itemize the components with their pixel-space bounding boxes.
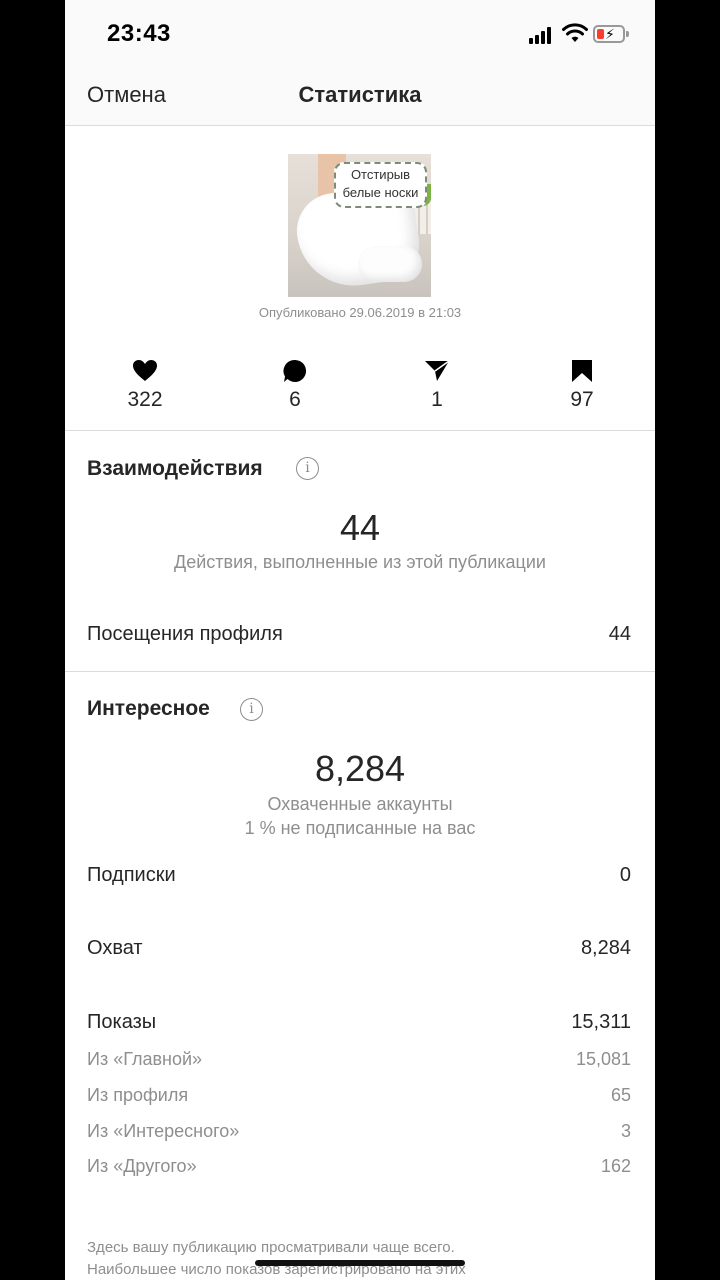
nav-bar: Отмена Статистика	[65, 70, 655, 126]
post-thumbnail[interactable]: Отстирыв белые носки	[288, 154, 431, 297]
home-indicator[interactable]	[255, 1260, 465, 1266]
metrics-row: 322 6 1 97	[65, 356, 655, 418]
row-label: Посещения профиля	[87, 623, 283, 645]
row-value: 15,081	[575, 1049, 631, 1069]
bookmark-icon	[572, 360, 592, 382]
impressions-from-other-row: Из «Другого» 162	[87, 1156, 631, 1177]
comments-metric[interactable]: 6	[245, 356, 345, 412]
row-label: Показы	[87, 1011, 157, 1033]
impressions-from-profile-row: Из профиля 65	[87, 1085, 631, 1106]
impressions-from-explore-row: Из «Интересного» 3	[87, 1121, 631, 1142]
row-value: 3	[620, 1121, 631, 1141]
row-value: 65	[610, 1085, 631, 1105]
follows-row: Подписки 0	[87, 864, 631, 887]
row-value: 0	[619, 864, 631, 886]
shares-count: 1	[431, 388, 443, 411]
page-title: Статистика	[298, 82, 422, 107]
phone-screen: 23:43 ⚡ Отмена Статистика Отстирыв белые…	[65, 0, 655, 1280]
status-bar: 23:43 ⚡	[65, 0, 655, 70]
discovery-info-icon[interactable]: i	[240, 698, 263, 721]
likes-count: 322	[127, 388, 163, 411]
shares-metric[interactable]: 1	[387, 356, 487, 412]
saves-metric[interactable]: 97	[532, 356, 632, 412]
discovery-title: Интересное	[87, 697, 210, 720]
discovery-caption: Охваченные аккаунты	[267, 794, 453, 814]
row-label: Из «Главной»	[87, 1049, 203, 1069]
interactions-info-icon[interactable]: i	[296, 457, 319, 480]
interactions-caption: Действия, выполненные из этой публикации	[174, 552, 546, 572]
thumbnail-caption: Отстирыв белые носки	[334, 162, 427, 208]
saves-count: 97	[570, 388, 594, 411]
wifi-icon	[562, 23, 588, 42]
interactions-title: Взаимодействия	[87, 457, 263, 480]
comment-icon	[283, 359, 307, 382]
row-label: Охват	[87, 937, 143, 959]
discovery-caption-secondary: 1 % не подписанные на вас	[244, 818, 476, 838]
interactions-total: 44	[339, 507, 381, 548]
comments-count: 6	[289, 388, 301, 411]
row-label: Из профиля	[87, 1085, 189, 1105]
row-value: 162	[600, 1156, 631, 1176]
row-value: 44	[608, 623, 631, 645]
published-date: Опубликовано 29.06.2019 в 21:03	[258, 305, 462, 320]
likes-metric[interactable]: 322	[95, 356, 195, 412]
impressions-row: Показы 15,311	[87, 1011, 631, 1034]
reach-row: Охват 8,284	[87, 937, 631, 960]
status-time: 23:43	[107, 20, 171, 47]
divider	[65, 430, 655, 431]
row-value: 15,311	[571, 1011, 631, 1033]
profile-visits-row: Посещения профиля 44	[87, 623, 631, 646]
row-value: 8,284	[580, 937, 631, 959]
impressions-from-home-row: Из «Главной» 15,081	[87, 1049, 631, 1070]
battery-icon: ⚡	[593, 25, 629, 43]
footer-note: Здесь вашу публикацию просматривали чаще…	[87, 1239, 466, 1278]
divider	[65, 671, 655, 672]
cellular-signal-icon	[529, 26, 555, 44]
heart-icon	[133, 360, 157, 381]
row-label: Из «Интересного»	[87, 1121, 240, 1141]
discovery-total: 8,284	[314, 748, 406, 789]
row-label: Из «Другого»	[87, 1156, 197, 1176]
row-label: Подписки	[87, 864, 176, 886]
send-icon	[425, 360, 450, 381]
